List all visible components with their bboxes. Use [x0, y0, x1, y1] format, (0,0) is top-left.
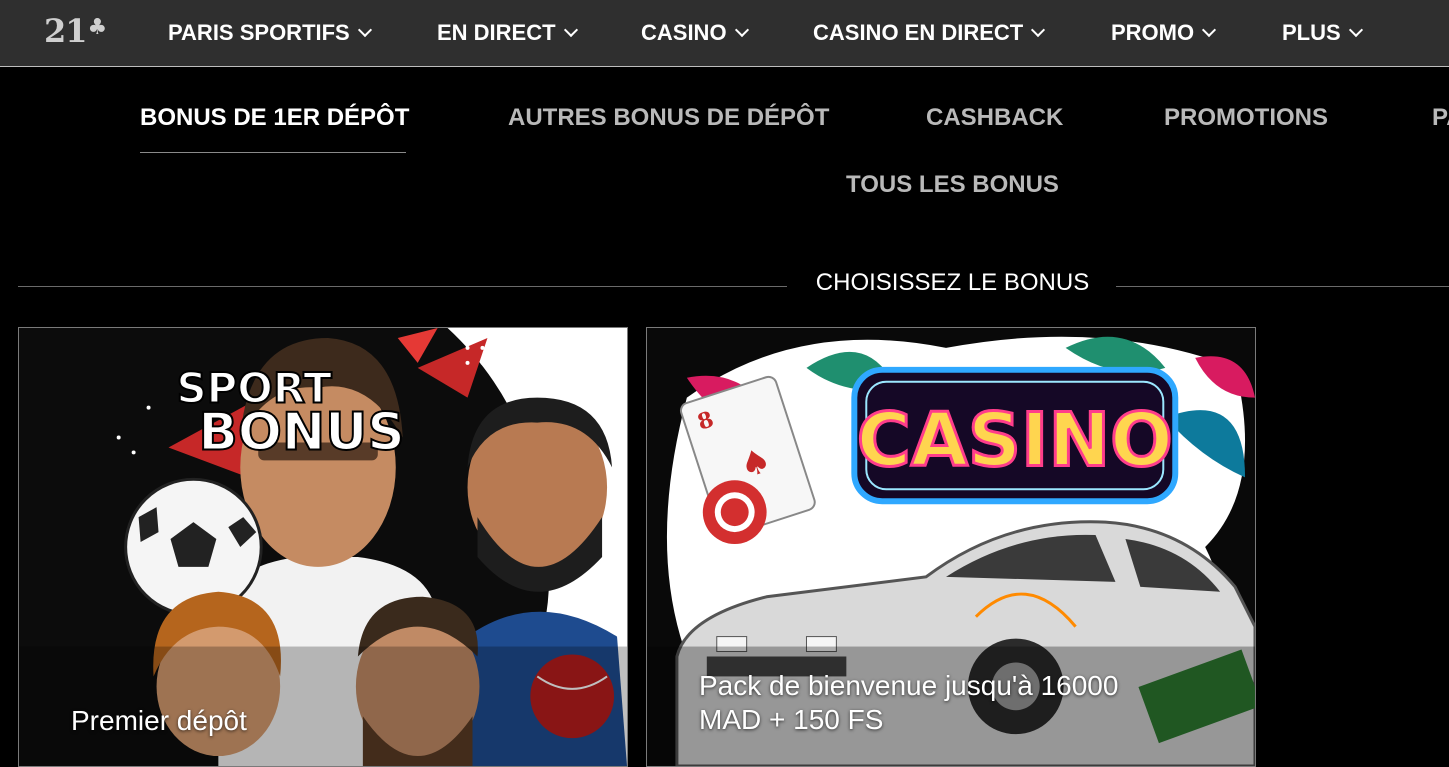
card-caption: Premier dépôt: [71, 705, 247, 736]
art-text-casino: CASINO: [857, 398, 1173, 483]
nav-casino[interactable]: CASINO: [641, 19, 749, 47]
top-navigation-bar: 21 ♣ PARIS SPORTIFS EN DIRECT CASINO CAS…: [0, 0, 1449, 67]
nav-casino-en-direct[interactable]: CASINO EN DIRECT: [813, 19, 1046, 47]
nav-plus[interactable]: PLUS: [1282, 19, 1363, 47]
tab-cashback[interactable]: CASHBACK: [926, 104, 1063, 136]
tab-bonus-premier-depot[interactable]: BONUS DE 1ER DÉPÔT: [140, 104, 409, 136]
logo-text: 21: [44, 12, 88, 50]
card-caption: Pack de bienvenue jusqu'à 16000 MAD + 15…: [699, 669, 1118, 737]
site-logo[interactable]: 21 ♣: [44, 12, 108, 50]
section-divider-left: [18, 286, 787, 287]
section-title: CHOISISSEZ LE BONUS: [815, 269, 1090, 296]
nav-label: PROMO: [1111, 20, 1195, 45]
chevron-down-icon: [563, 22, 578, 38]
nav-paris-sportifs[interactable]: PARIS SPORTIFS: [168, 19, 372, 47]
tab-promotions[interactable]: PROMOTIONS: [1164, 104, 1328, 136]
nav-label: PLUS: [1282, 20, 1341, 45]
tab-truncated[interactable]: PA: [1432, 104, 1449, 136]
nav-label: CASINO: [641, 20, 727, 45]
chevron-down-icon: [357, 22, 372, 38]
clover-icon: ♣: [87, 14, 108, 40]
bonus-card-sport[interactable]: SPORT BONUS Premier dépôt: [18, 327, 628, 767]
tab-tous-les-bonus[interactable]: TOUS LES BONUS: [846, 171, 1059, 203]
chevron-down-icon: [734, 22, 749, 38]
active-tab-underline: [140, 152, 406, 153]
nav-promo[interactable]: PROMO: [1111, 19, 1217, 47]
tab-autres-bonus-de-depot[interactable]: AUTRES BONUS DE DÉPÔT: [508, 104, 829, 136]
card-caption-line-2: MAD + 150 FS: [699, 704, 884, 735]
nav-label: EN DIRECT: [437, 20, 556, 45]
nav-en-direct[interactable]: EN DIRECT: [437, 19, 578, 47]
card-caption-line-1: Pack de bienvenue jusqu'à 16000: [699, 670, 1119, 701]
chevron-down-icon: [1031, 22, 1046, 38]
nav-label: CASINO EN DIRECT: [813, 20, 1024, 45]
nav-label: PARIS SPORTIFS: [168, 20, 350, 45]
sport-bonus-illustration: SPORT BONUS: [19, 328, 627, 766]
section-divider-right: [1116, 286, 1449, 287]
bonus-card-casino[interactable]: 8 ♠ CASINO Pack de bienvenue jusqu'à 160…: [646, 327, 1256, 767]
chevron-down-icon: [1202, 22, 1217, 38]
chevron-down-icon: [1348, 22, 1363, 38]
art-text-bonus: BONUS: [198, 402, 404, 462]
